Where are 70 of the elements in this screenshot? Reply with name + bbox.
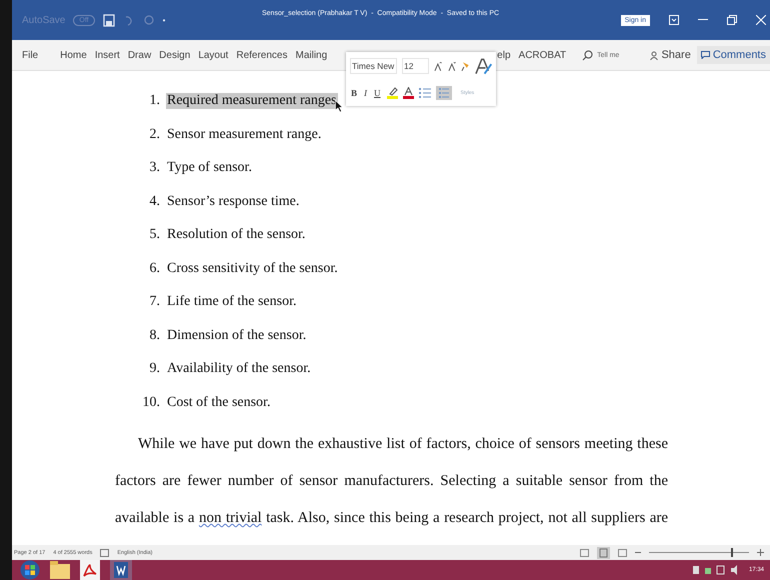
pdf-app-icon[interactable] (80, 560, 100, 580)
font-size-dropdown[interactable]: 12 (402, 58, 429, 74)
paragraph-line: While we have put down the exhaustive list of factors, choice of sensors meeting these (137, 435, 668, 454)
list-item-text: Cross sensitivity of the sensor. (166, 260, 339, 276)
bullets-icon[interactable] (418, 88, 431, 98)
list-number: 3. (148, 160, 160, 176)
list-item-text: Cost of the sensor. (166, 394, 272, 410)
restore-icon[interactable] (727, 15, 737, 25)
list-number: 10. (142, 394, 160, 410)
ribbon-tab[interactable]: elp (493, 50, 515, 60)
read-mode-icon[interactable] (580, 548, 589, 556)
numbering-button[interactable] (436, 86, 452, 100)
zoom-in-icon[interactable] (757, 549, 764, 556)
list-number: 8. (148, 328, 160, 344)
close-icon[interactable] (756, 15, 766, 25)
format-painter-icon[interactable] (461, 62, 470, 71)
ribbon-tab[interactable]: File (18, 50, 42, 60)
print-layout-icon[interactable] (597, 546, 610, 558)
ribbon-tab[interactable]: Design (155, 50, 194, 60)
comment-icon (700, 51, 710, 59)
customize-toolbar[interactable]: • (162, 16, 166, 24)
mouse-cursor-icon (334, 100, 342, 113)
list-item-text: Dimension of the sensor. (166, 328, 308, 344)
ribbon-tab[interactable]: ACROBAT (514, 50, 570, 60)
font-name-dropdown[interactable]: Times New (350, 58, 398, 74)
web-layout-icon[interactable] (618, 548, 627, 556)
list-number: 2. (148, 126, 160, 142)
list-number: 6. (148, 260, 160, 276)
italic-button[interactable]: I (363, 88, 368, 98)
ribbon-display-icon[interactable] (669, 15, 679, 25)
paragraph-line: available is a non trivial task. Also, since this being a research project, not all suppliers are (115, 509, 668, 528)
ribbon-tab[interactable]: Insert (90, 50, 124, 60)
list-number: 9. (148, 361, 160, 377)
tray-icons-drawing (692, 565, 739, 575)
list-number: 4. (148, 194, 160, 210)
styles-icon[interactable] (474, 58, 492, 75)
paragraph-line: factors are fewer number of sensor manufacturers. Selecting a suitable sensor from the (115, 472, 668, 491)
list-item-text: Type of sensor. (166, 160, 253, 176)
comments-button[interactable]: Comments (696, 46, 770, 64)
word-app-icon[interactable] (110, 560, 132, 580)
minimize-icon[interactable] (698, 19, 708, 21)
font-color-icon[interactable] (402, 87, 414, 100)
shrink-font-icon[interactable] (448, 62, 456, 71)
list-item-text: Life time of the sensor. (166, 294, 298, 310)
ribbon-tab[interactable]: Layout (194, 50, 232, 60)
list-item-text: Sensor’s response time. (166, 194, 300, 210)
grow-font-icon[interactable] (434, 62, 443, 71)
list-item-text: Required measurement ranges (166, 93, 338, 109)
ribbon-tab[interactable]: Draw (124, 50, 156, 60)
person-icon (650, 50, 658, 60)
list-number: 5. (148, 227, 160, 243)
numbering-icon (438, 88, 449, 98)
ribbon-tab[interactable]: References (232, 50, 292, 60)
list-number: 1. (148, 93, 160, 109)
list-item-text: Sensor measurement range. (166, 126, 322, 142)
save-icon[interactable] (102, 14, 115, 26)
folder-icon[interactable] (50, 561, 70, 579)
start-button-icon[interactable] (20, 560, 40, 580)
proofing-icon[interactable] (100, 548, 110, 556)
highlighter-icon[interactable] (386, 87, 398, 100)
ribbon-tab[interactable]: Mailing (291, 50, 332, 60)
list-number: 7. (148, 294, 160, 310)
ribbon-tab[interactable]: Home (56, 50, 91, 60)
list-item-text: Availability of the sensor. (166, 361, 312, 377)
list-item-text: Resolution of the sensor. (166, 227, 306, 243)
search-icon (582, 50, 594, 60)
share-button[interactable]: Share (644, 49, 697, 61)
bold-button[interactable]: B (350, 88, 358, 98)
autosave-label: AutoSave (22, 14, 66, 26)
underline-button[interactable]: U (373, 88, 382, 98)
